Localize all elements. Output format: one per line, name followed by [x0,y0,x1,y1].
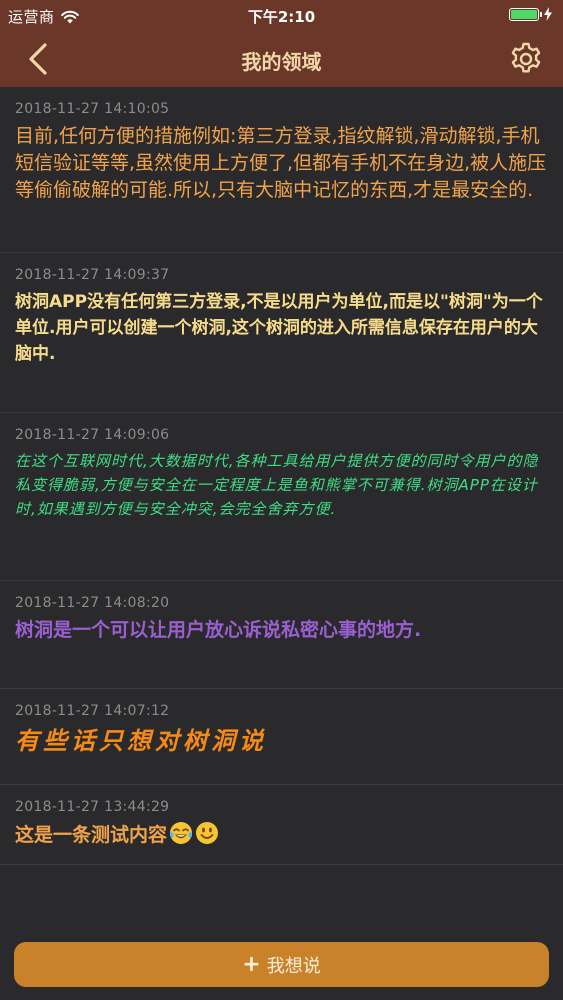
post-item[interactable]: 2018-11-27 14:07:12 有些话只想对树洞说 [0,689,563,785]
post-content: 有些话只想对树洞说 [15,727,267,755]
status-bar: 运营商 下午2:10 [0,0,563,30]
status-time: 下午2:10 [247,8,316,26]
post-content: 在这个互联网时代,大数据时代,各种工具给用户提供方便的同时令用户的隐私变得脆弱,… [15,452,539,518]
plus-icon: + [242,952,261,977]
post-timestamp: 2018-11-27 14:09:37 [15,267,170,283]
post-item[interactable]: 2018-11-27 14:10:05 目前,任何方便的措施例如:第三方登录,指… [0,87,563,253]
battery-group [509,7,553,21]
post-timestamp: 2018-11-27 14:09:06 [15,427,170,443]
gear-icon [511,42,541,73]
post-content: 树洞是一个可以让用户放心诉说私密心事的地方. [15,619,422,641]
post-timestamp: 2018-11-27 14:07:12 [15,703,170,719]
post-list[interactable]: 2018-11-27 14:10:05 目前,任何方便的措施例如:第三方登录,指… [0,87,563,937]
charging-bolt-icon [544,7,552,21]
settings-button[interactable] [507,40,545,78]
smiley-emoji-icon [196,822,219,844]
battery-icon [509,7,542,21]
post-timestamp: 2018-11-27 14:08:20 [15,595,170,611]
post-item[interactable]: 2018-11-27 13:44:29 这是一条测试内容 [0,785,563,865]
post-content-row: 这是一条测试内容 [15,821,548,849]
battery-fill [511,9,537,19]
post-content: 这是一条测试内容 [15,824,168,846]
post-item[interactable]: 2018-11-27 14:08:20 树洞是一个可以让用户放心诉说私密心事的地… [0,581,563,689]
post-timestamp: 2018-11-27 14:10:05 [15,101,170,117]
tears-of-joy-emoji-icon [169,822,193,844]
post-content: 树洞APP没有任何第三方登录,不是以用户为单位,而是以"树洞"为一个单位.用户可… [15,292,543,364]
post-item[interactable]: 2018-11-27 14:09:06 在这个互联网时代,大数据时代,各种工具给… [0,413,563,581]
say-button[interactable]: + 我想说 [14,942,549,987]
post-item[interactable]: 2018-11-27 14:09:37 树洞APP没有任何第三方登录,不是以用户… [0,253,563,413]
say-button-label: 我想说 [266,955,321,977]
navigation-bar: 我的领域 [0,30,563,87]
page-title: 我的领域 [241,50,322,74]
post-timestamp: 2018-11-27 13:44:29 [15,799,170,815]
post-content: 目前,任何方便的措施例如:第三方登录,指纹解锁,滑动解锁,手机短信验证等等,虽然… [15,125,547,201]
